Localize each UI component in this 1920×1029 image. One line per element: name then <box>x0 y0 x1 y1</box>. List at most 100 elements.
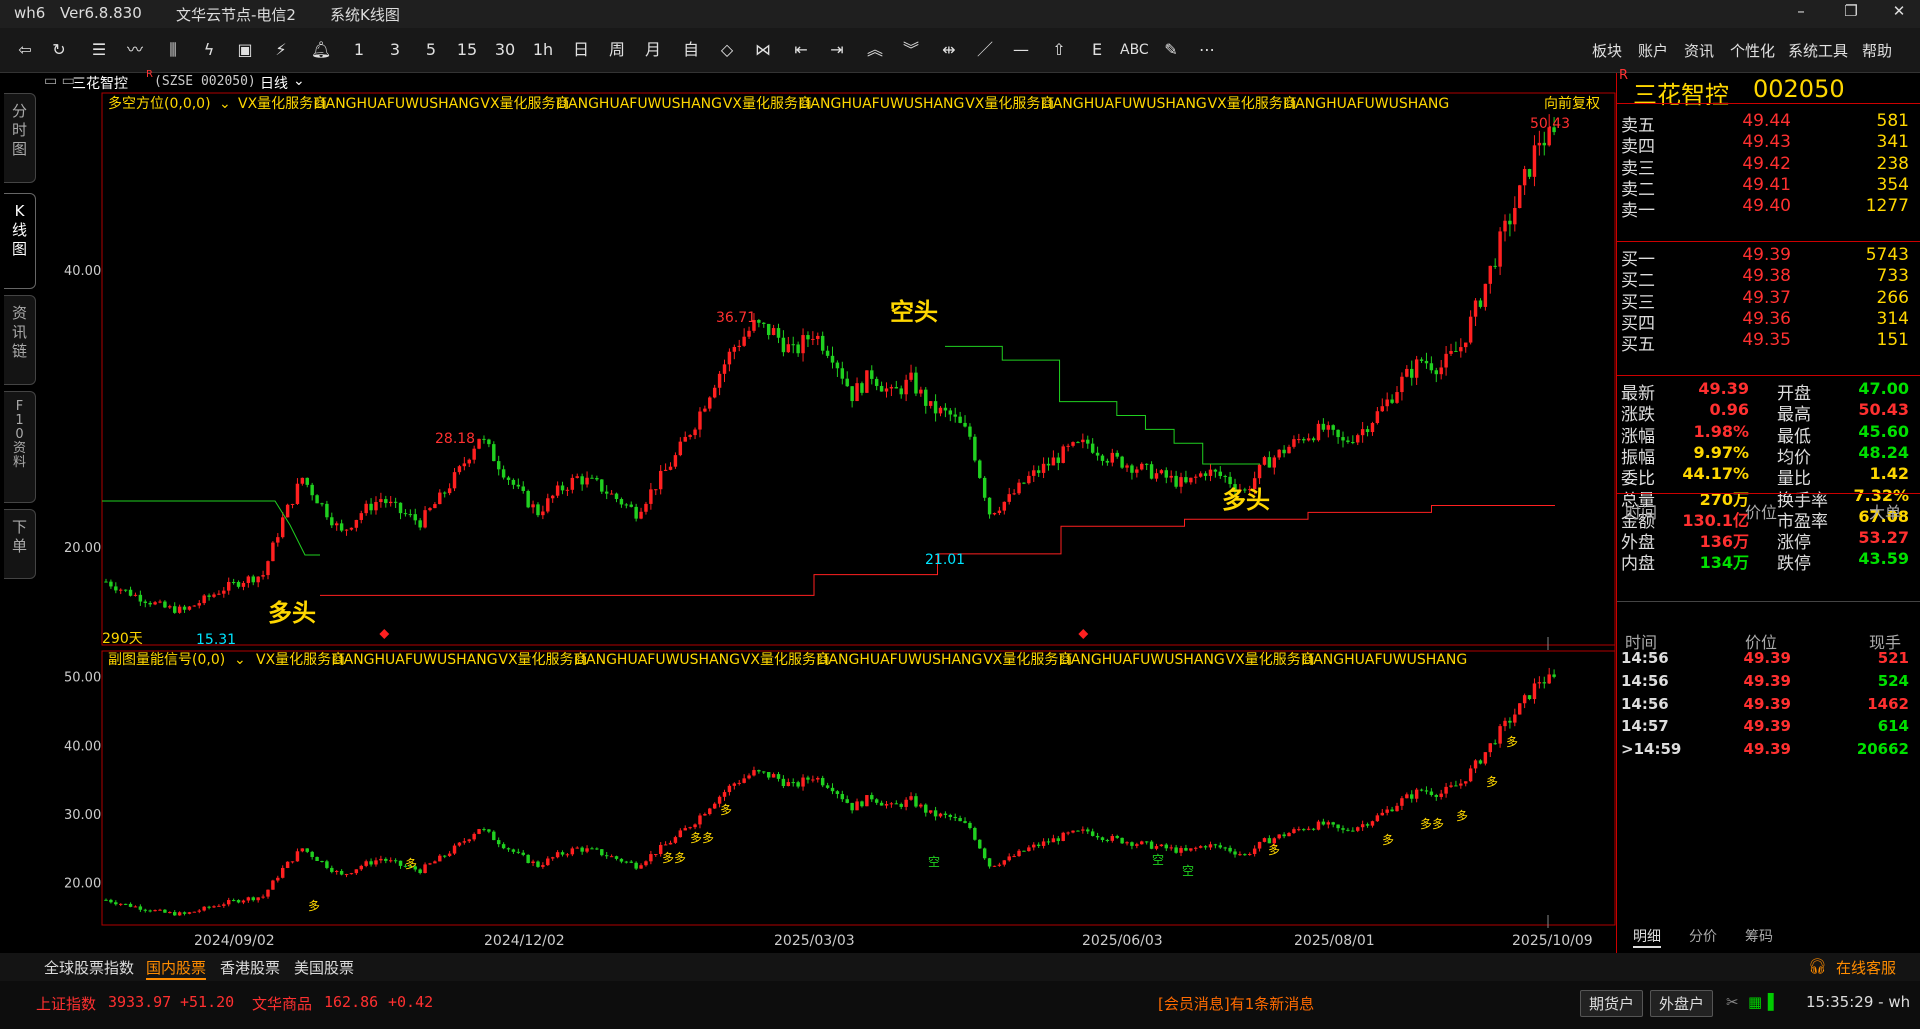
stat-value: 49.39 <box>1698 379 1749 398</box>
sub-candle-body <box>1375 815 1380 822</box>
foreign-account-button[interactable]: 外盘户 <box>1650 990 1714 1017</box>
sub-candle-body <box>624 861 629 863</box>
sub-candle-body <box>1179 848 1183 853</box>
sub-candle-body <box>614 856 619 859</box>
member-message[interactable]: [会员消息]有1条新消息 <box>1158 993 1314 1014</box>
sub-candle-body <box>457 842 462 846</box>
online-service[interactable]: 在线客服 <box>1836 957 1896 978</box>
candle-body <box>570 477 575 490</box>
sub-candle-body <box>280 867 285 878</box>
candle-body <box>673 455 678 467</box>
candle-body <box>1414 359 1419 378</box>
tab-global-index[interactable]: 全球股票指数 <box>44 957 134 978</box>
sub-candle-body <box>1120 837 1124 844</box>
candle-body <box>119 589 123 591</box>
stat-value: 43.59 <box>1858 549 1909 569</box>
kline-chart[interactable]: 40.00 20.00 50.00 40.00 30.00 20.00 多空方位(0,0,0… <box>0 0 1616 953</box>
futures-account-button[interactable]: 期货户 <box>1580 990 1644 1017</box>
ask-volume: 581 <box>1876 111 1909 131</box>
tab-price-distribution[interactable]: 分价 <box>1689 926 1717 946</box>
candle-body <box>698 411 702 430</box>
sub-candle-body <box>163 909 167 913</box>
sub-candle-body <box>835 791 840 795</box>
menu-account[interactable]: 账户 <box>1638 40 1668 61</box>
sub-candle-body <box>1238 854 1242 856</box>
candle-body <box>933 401 938 414</box>
sub-candle-body <box>536 861 540 867</box>
tab-domestic-stocks[interactable]: 国内股票 <box>146 957 207 980</box>
candle-body <box>1061 446 1065 463</box>
sub-candle-body <box>1046 841 1051 843</box>
sub-candle-body <box>870 795 874 800</box>
ask-label: 卖一 <box>1621 201 1655 222</box>
candle-body <box>1331 425 1335 430</box>
tab-detail[interactable]: 明细 <box>1633 926 1661 948</box>
indicator-ad-text: LIANGHUAFUWUSHANG <box>556 96 722 112</box>
sub-candle-body <box>1105 839 1110 841</box>
candle-body <box>668 466 673 470</box>
candle-body <box>973 436 977 461</box>
index2-name[interactable]: 文华商品 <box>252 993 312 1014</box>
sub-candle-body <box>123 903 128 905</box>
candle-body <box>177 606 182 613</box>
y-tick-label: 40.00 <box>64 264 101 279</box>
maximize-button[interactable]: ❐ <box>1836 2 1866 26</box>
sub-candle-body <box>359 865 363 870</box>
indicator-ad-text: LIANGHUAFUWUSHANG <box>1301 652 1467 668</box>
sub-candle-body <box>550 857 555 859</box>
sub-candle-body <box>1071 830 1075 833</box>
sub-signal-label: 多 <box>405 857 417 871</box>
close-button[interactable]: ✕ <box>1884 2 1914 26</box>
menu-personalize[interactable]: 个性化 <box>1730 40 1775 61</box>
menu-system-tools[interactable]: 系统工具 <box>1788 40 1848 61</box>
disconnect-icon[interactable]: ✂ <box>1726 993 1739 1011</box>
candle-body <box>1208 469 1213 476</box>
candle-body <box>683 436 687 442</box>
candle-body <box>850 386 854 402</box>
candle-body <box>1194 476 1198 478</box>
candle-body <box>158 601 162 603</box>
candle-body <box>1390 399 1394 403</box>
candle-body <box>1277 449 1281 458</box>
sub-candle-body <box>1100 837 1105 840</box>
tab-us-stocks[interactable]: 美国股票 <box>294 957 354 978</box>
candle-body <box>1267 457 1272 468</box>
sub-candle-body <box>1056 838 1061 841</box>
headset-icon[interactable]: 🎧︎ <box>1808 957 1827 975</box>
index1-name[interactable]: 上证指数 <box>36 993 96 1014</box>
sub-candle-body <box>840 794 845 800</box>
sub-candle-body <box>1066 832 1070 834</box>
candle-body <box>1164 470 1169 478</box>
sub-candle-body <box>855 801 859 811</box>
ask-price: 49.40 <box>1742 196 1791 217</box>
minimize-button[interactable]: – <box>1786 2 1816 26</box>
candle-body <box>1017 482 1021 494</box>
sub-candle-body <box>943 813 948 815</box>
menu-help[interactable]: 帮助 <box>1862 40 1892 61</box>
sub-candle-body <box>811 779 815 781</box>
candle-body <box>1041 463 1046 473</box>
menu-news[interactable]: 资讯 <box>1684 40 1714 61</box>
quote-code: 002050 <box>1753 75 1845 103</box>
candle-body <box>928 401 933 406</box>
tab-chips[interactable]: 筹码 <box>1745 926 1773 946</box>
sub-candle-body <box>1007 856 1011 861</box>
sub-candle-body <box>747 775 751 779</box>
tab-hk-stocks[interactable]: 香港股票 <box>220 957 280 978</box>
candle-body <box>423 510 427 528</box>
candle-body <box>560 485 565 491</box>
stat-value: 1.42 <box>1869 464 1909 484</box>
sub-candle-body <box>997 864 1002 866</box>
tick-time: 14:56 <box>1621 649 1669 667</box>
sub-candle-body <box>953 816 957 819</box>
sub-candle-body <box>1110 836 1115 841</box>
sub-candle-body <box>919 804 923 807</box>
candle-body <box>948 410 953 415</box>
indicator-ad-text: LIANGHUAFUWUSHANG <box>817 652 983 668</box>
sub-y-tick-label: 50.00 <box>64 671 101 686</box>
candle-body <box>1036 470 1041 473</box>
x-date-label: 2025/08/01 <box>1294 933 1375 949</box>
sub-candle-body <box>1410 794 1414 799</box>
candle-body <box>393 501 398 503</box>
candle-body <box>889 387 894 389</box>
